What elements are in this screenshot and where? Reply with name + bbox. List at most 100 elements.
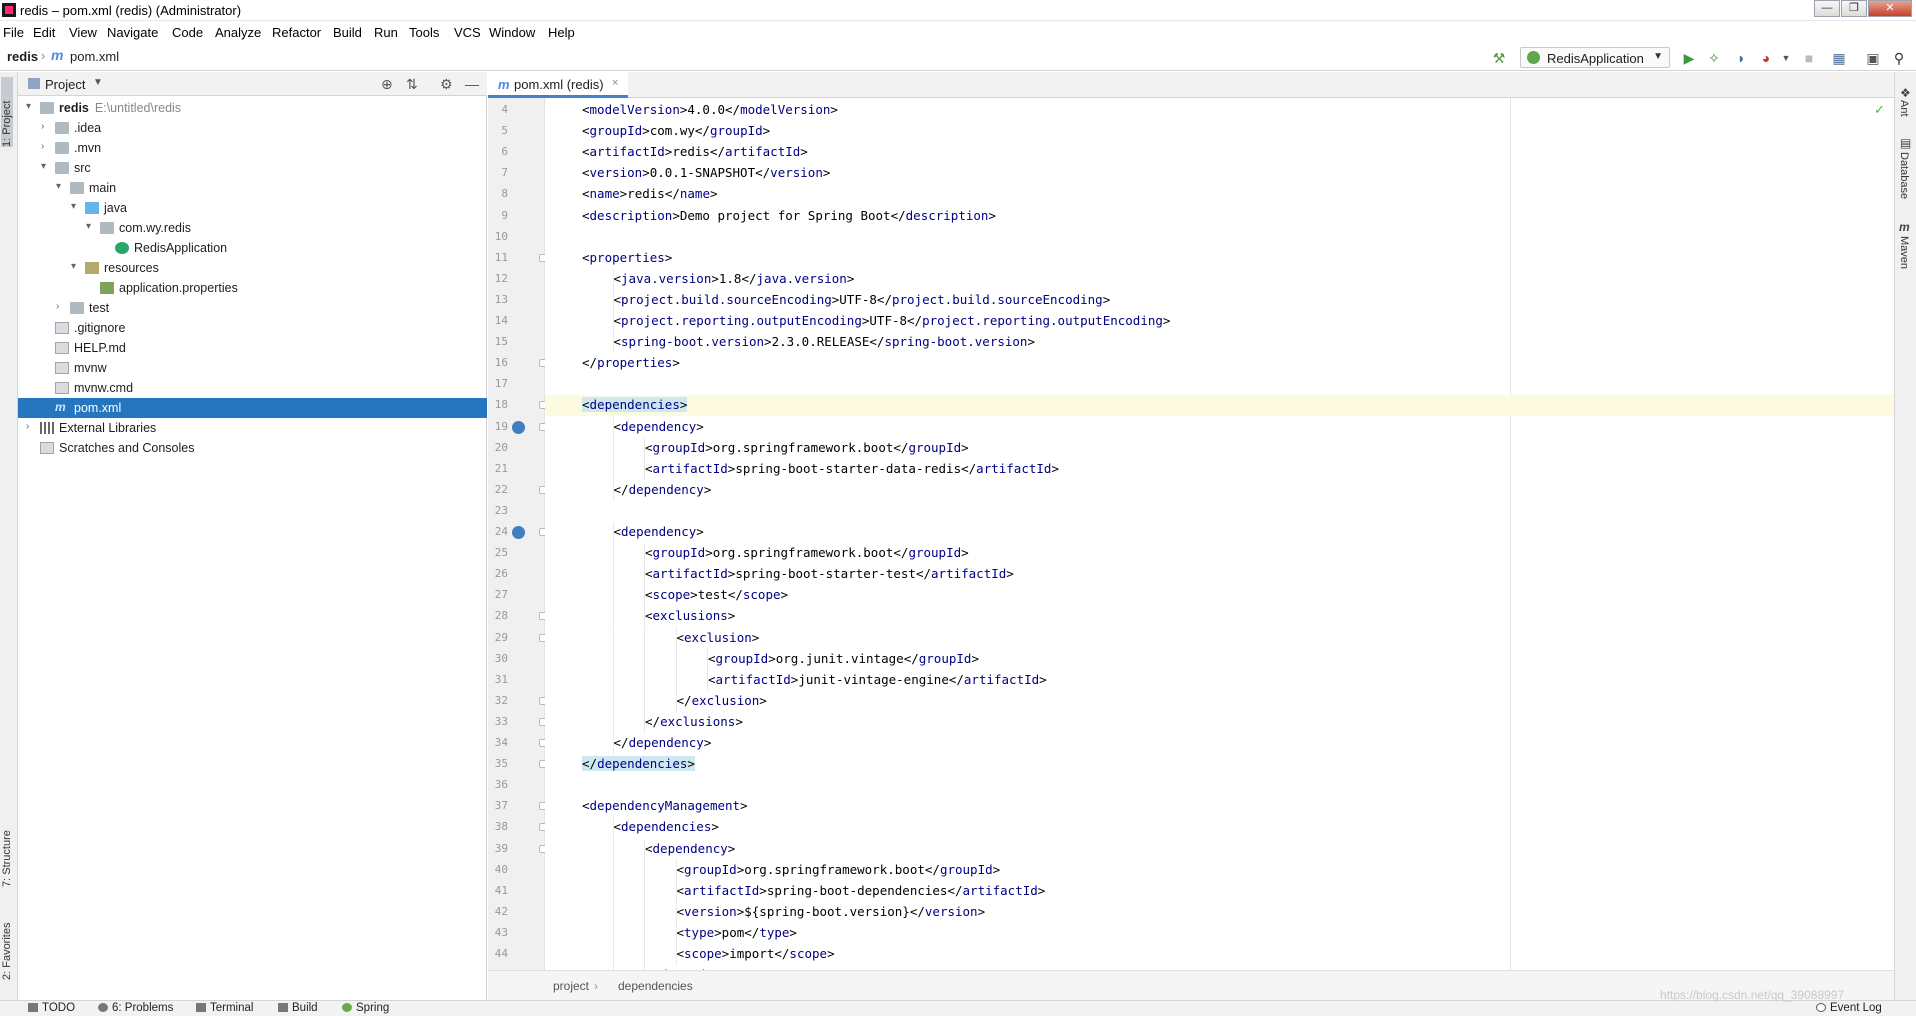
close-tab-icon[interactable]: × <box>612 77 618 89</box>
code-line[interactable]: <scope>import</scope> <box>545 944 1894 965</box>
hide-panel-icon[interactable]: — <box>465 76 479 92</box>
chevron-down-icon[interactable]: ▾ <box>86 221 91 232</box>
build-tool-button[interactable]: Build <box>278 1002 318 1014</box>
nav-project-root[interactable]: redis <box>7 49 38 64</box>
code-line[interactable]: <project.build.sourceEncoding>UTF-8</pro… <box>545 289 1894 311</box>
code-line[interactable]: <exclusion> <box>545 627 1894 649</box>
code-line[interactable]: </exclusions> <box>545 711 1894 733</box>
menu-window[interactable]: Window <box>489 25 535 40</box>
maximize-button[interactable]: ❐ <box>1841 0 1867 17</box>
problems-tool-button[interactable]: 6: Problems <box>98 1002 173 1014</box>
chevron-down-icon[interactable]: ▼ <box>93 77 103 88</box>
tree-item[interactable]: ▾ java <box>18 198 487 218</box>
event-log-button[interactable]: Event Log <box>1816 1002 1882 1014</box>
coverage-icon[interactable]: ◑ <box>1731 49 1749 67</box>
menu-analyze[interactable]: Analyze <box>215 25 261 40</box>
code-line[interactable]: <groupId>org.springframework.boot</group… <box>545 437 1894 459</box>
code-line[interactable]: <description>Demo project for Spring Boo… <box>545 206 1894 227</box>
menu-navigate[interactable]: Navigate <box>107 25 158 40</box>
tree-item[interactable]: ▾ main <box>18 178 487 198</box>
tree-item[interactable]: ▾ src <box>18 158 487 178</box>
project-view-selector[interactable]: Project <box>45 77 85 92</box>
tree-item[interactable]: m pom.xml <box>18 398 487 418</box>
code-line[interactable]: <dependency> <box>545 416 1894 438</box>
code-line[interactable]: <project.reporting.outputEncoding>UTF-8<… <box>545 311 1894 332</box>
project-tool-tab[interactable]: 1: Project <box>1 77 13 147</box>
collapse-all-icon[interactable]: ⇅ <box>406 76 418 93</box>
tree-item[interactable]: RedisApplication <box>18 238 487 258</box>
code-line[interactable]: <dependencies> <box>545 817 1894 839</box>
code-line[interactable]: </dependencies> <box>545 754 1894 775</box>
chevron-right-icon[interactable]: › <box>26 421 29 432</box>
chevron-right-icon[interactable]: › <box>56 301 59 312</box>
tab-pom-xml[interactable]: m pom.xml (redis) × <box>488 72 628 98</box>
chevron-down-icon[interactable]: ▾ <box>41 161 46 172</box>
menu-tools[interactable]: Tools <box>409 25 439 40</box>
nav-file[interactable]: pom.xml <box>70 49 119 64</box>
menu-view[interactable]: View <box>69 25 97 40</box>
minimize-button[interactable]: — <box>1814 0 1840 17</box>
code-line[interactable]: <artifactId>junit-vintage-engine</artifa… <box>545 669 1894 691</box>
code-line[interactable]: <modelVersion>4.0.0</modelVersion> <box>545 100 1894 121</box>
code-line[interactable]: <properties> <box>545 248 1894 269</box>
code-line[interactable] <box>545 501 1894 522</box>
debug-icon[interactable]: ✧ <box>1705 49 1723 67</box>
tree-item[interactable]: › .idea <box>18 118 487 138</box>
search-icon[interactable]: ⚲ <box>1890 49 1908 67</box>
code-line[interactable]: <scope>test</scope> <box>545 585 1894 607</box>
close-window-button[interactable]: ✕ <box>1868 0 1912 17</box>
code-line[interactable]: </dependency> <box>545 479 1894 501</box>
build-hammer-icon[interactable]: ⚒ <box>1490 49 1508 67</box>
menu-edit[interactable]: Edit <box>33 25 55 40</box>
menu-build[interactable]: Build <box>333 25 362 40</box>
code-line[interactable] <box>545 374 1894 395</box>
spring-tool-button[interactable]: Spring <box>342 1002 389 1014</box>
code-line[interactable]: <groupId>org.springframework.boot</group… <box>545 859 1894 881</box>
more-run-chevron-icon[interactable]: ▼ <box>1777 49 1795 67</box>
presentation-icon[interactable]: ▣ <box>1864 49 1882 67</box>
maven-dependency-gutter-icon[interactable] <box>512 526 525 539</box>
tree-item[interactable]: Scratches and Consoles <box>18 438 487 458</box>
locate-file-icon[interactable]: ⊕ <box>381 76 393 93</box>
code-line[interactable]: <java.version>1.8</java.version> <box>545 268 1894 290</box>
code-line[interactable]: <dependency> <box>545 522 1894 543</box>
inspection-ok-check-icon[interactable]: ✓ <box>1874 102 1885 118</box>
code-line[interactable]: ●<dependencies> <box>545 395 1894 417</box>
chevron-down-icon[interactable]: ▾ <box>71 201 76 212</box>
code-line[interactable]: <spring-boot.version>2.3.0.RELEASE</spri… <box>545 332 1894 354</box>
code-line[interactable]: <type>pom</type> <box>545 922 1894 944</box>
menu-code[interactable]: Code <box>172 25 203 40</box>
code-line[interactable]: <exclusions> <box>545 606 1894 628</box>
code-line[interactable]: <dependencyManagement> <box>545 796 1894 817</box>
code-line[interactable]: <groupId>org.junit.vintage</groupId> <box>545 648 1894 670</box>
code-line[interactable]: <artifactId>redis</artifactId> <box>545 142 1894 163</box>
chevron-down-icon[interactable]: ▾ <box>56 181 61 192</box>
menu-help[interactable]: Help <box>548 25 575 40</box>
code-line[interactable]: </properties> <box>545 353 1894 374</box>
code-line[interactable]: <version>0.0.1-SNAPSHOT</version> <box>545 163 1894 184</box>
chevron-right-icon[interactable]: › <box>41 141 44 152</box>
menu-file[interactable]: File <box>3 25 24 40</box>
terminal-tool-button[interactable]: Terminal <box>196 1002 253 1014</box>
code-editor[interactable]: <modelVersion>4.0.0</modelVersion> <group… <box>545 98 1894 970</box>
code-line[interactable]: </dependency> <box>545 733 1894 754</box>
tree-item[interactable]: › External Libraries <box>18 418 487 438</box>
database-tool-tab[interactable]: Database <box>1898 152 1910 199</box>
breadcrumb-project[interactable]: project <box>553 979 589 993</box>
project-structure-icon[interactable]: ▦ <box>1830 49 1848 67</box>
tree-item[interactable]: HELP.md <box>18 338 487 358</box>
code-line[interactable]: <dependency> <box>545 838 1894 860</box>
menu-refactor[interactable]: Refactor <box>272 25 321 40</box>
tree-item[interactable]: › .mvn <box>18 138 487 158</box>
gear-icon[interactable]: ⚙ <box>440 76 453 93</box>
code-line[interactable]: <artifactId>spring-boot-starter-data-red… <box>545 458 1894 480</box>
code-line[interactable]: <groupId>org.springframework.boot</group… <box>545 543 1894 565</box>
favorites-tool-tab[interactable]: 2: Favorites <box>1 900 13 980</box>
maven-tool-tab[interactable]: Maven <box>1898 236 1910 269</box>
stop-icon[interactable]: ■ <box>1800 49 1818 67</box>
ant-tool-tab[interactable]: Ant <box>1898 100 1910 117</box>
menu-vcs[interactable]: VCS <box>454 25 481 40</box>
tree-item[interactable]: application.properties <box>18 278 487 298</box>
menu-run[interactable]: Run <box>374 25 398 40</box>
tree-item[interactable]: ▾ resources <box>18 258 487 278</box>
